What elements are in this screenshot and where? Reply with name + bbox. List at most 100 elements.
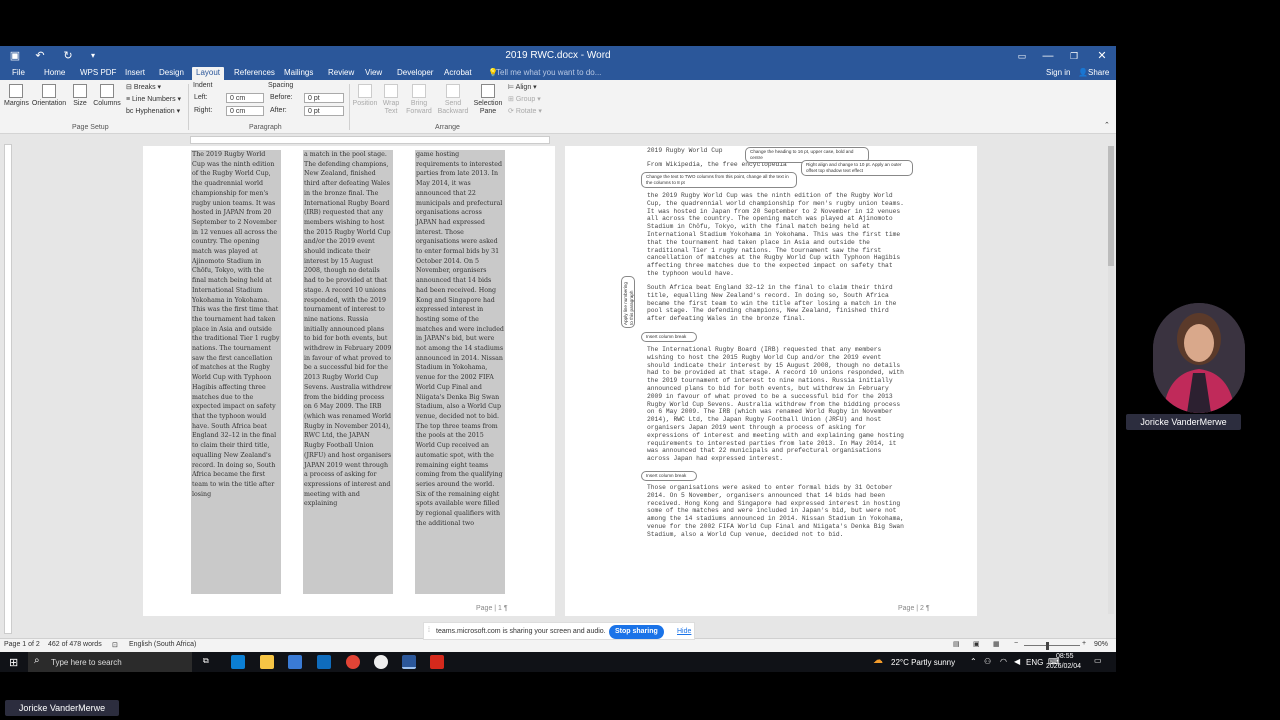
tray-chevron-icon[interactable]: ⌃ [970, 657, 977, 666]
vertical-ruler[interactable] [4, 144, 12, 634]
clock-time[interactable]: 08:55 [1056, 653, 1074, 660]
comment-bubble[interactable]: Right align and change to 10 pt. Apply a… [801, 160, 913, 176]
ribbon-display-icon[interactable]: ▭ [1014, 48, 1030, 64]
arrange-group-label: Arrange [435, 124, 460, 131]
paragraph-4[interactable]: Those organisations were asked to enter … [647, 484, 907, 539]
weather-text[interactable]: 22°C Partly sunny [891, 658, 955, 667]
document-page-2[interactable]: 2019 Rugby World Cup From Wikipedia, the… [565, 146, 977, 616]
collapse-ribbon-icon[interactable]: ⌃ [1104, 122, 1110, 130]
tab-home[interactable]: Home [40, 67, 69, 80]
selection-pane-label: Selection Pane [473, 100, 503, 115]
paragraph-2[interactable]: South Africa beat England 32–12 in the f… [647, 284, 907, 323]
tab-wps-pdf[interactable]: WPS PDF [76, 67, 120, 80]
store-icon[interactable] [288, 655, 302, 669]
tab-acrobat[interactable]: Acrobat [440, 67, 476, 80]
comment-bubble[interactable]: Change the text to TWO columns from this… [641, 172, 797, 188]
share-button[interactable]: Share [1084, 67, 1113, 80]
zoom-level[interactable]: 90% [1094, 641, 1108, 648]
wifi-icon[interactable]: ◠ [1000, 657, 1007, 666]
rotate-button[interactable]: ⟳ Rotate ▾ [508, 108, 542, 116]
word-count[interactable]: 462 of 478 words [48, 641, 102, 648]
zoom-slider-thumb[interactable] [1046, 642, 1049, 650]
windows-start-icon[interactable]: ⊞ [9, 656, 18, 669]
tab-layout[interactable]: Layout [192, 67, 225, 80]
spacing-after-input[interactable]: 0 pt [304, 106, 344, 116]
task-view-icon[interactable]: ⧉ [203, 656, 209, 666]
tab-review[interactable]: Review [324, 67, 358, 80]
acrobat-icon[interactable] [430, 655, 444, 669]
orientation-button[interactable]: Orientation [30, 84, 68, 108]
tab-references[interactable]: References [230, 67, 279, 80]
notifications-icon[interactable]: ▭ [1094, 656, 1102, 665]
zoom-out-button[interactable]: − [1014, 640, 1018, 647]
language-indicator[interactable]: English (South Africa) [129, 641, 196, 648]
tab-mailings[interactable]: Mailings [280, 67, 317, 80]
document-page-1[interactable]: The 2019 Rugby World Cup was the ninth e… [143, 146, 555, 616]
maximize-button[interactable]: ❐ [1066, 48, 1082, 64]
language-indicator[interactable]: ENG [1026, 658, 1043, 667]
group-button[interactable]: ⊞ Group ▾ [508, 96, 541, 104]
tab-file[interactable]: File [8, 67, 29, 80]
indent-left-input[interactable]: 0 cm [226, 93, 264, 103]
position-button[interactable]: Position [352, 84, 378, 108]
line-numbers-button[interactable]: ≡ Line Numbers ▾ [126, 96, 181, 104]
search-icon: ⌕ [34, 655, 40, 666]
spacing-before-label: Before: [270, 94, 293, 101]
network-icon[interactable]: ⚇ [984, 657, 991, 666]
close-button[interactable]: ✕ [1094, 48, 1110, 64]
signin-link[interactable]: Sign in [1042, 67, 1074, 80]
zoom-slider[interactable] [1024, 645, 1080, 646]
size-button[interactable]: Size [70, 84, 90, 108]
print-layout-icon[interactable]: ▣ [973, 640, 980, 648]
breaks-button[interactable]: ⊟ Breaks ▾ [126, 84, 161, 92]
wrap-text-button[interactable]: Wrap Text [380, 84, 402, 116]
margins-button[interactable]: Margins [4, 84, 29, 108]
tab-developer[interactable]: Developer [393, 67, 437, 80]
scrollbar-thumb[interactable] [1108, 146, 1114, 266]
selection-pane-button[interactable]: Selection Pane [472, 84, 504, 116]
taskbar-search-box[interactable]: ⌕ Type here to search [28, 652, 192, 672]
hyphenation-button[interactable]: bc Hyphenation ▾ [126, 108, 180, 116]
chrome-icon[interactable] [346, 655, 360, 669]
hide-link[interactable]: Hide [677, 628, 691, 635]
zoom-in-button[interactable]: + [1082, 640, 1086, 647]
breaks-label: Breaks [133, 84, 156, 91]
tab-design[interactable]: Design [155, 67, 188, 80]
tab-view[interactable]: View [361, 67, 386, 80]
comment-bubble[interactable]: Insert column break [641, 471, 697, 481]
align-button[interactable]: ⊨ Align ▾ [508, 84, 537, 92]
paragraph-1[interactable]: the 2019 Rugby World Cup was the ninth e… [647, 192, 905, 278]
drag-handle-icon[interactable]: ⁞ [428, 627, 430, 634]
clock-date[interactable]: 2026/02/04 [1046, 663, 1081, 670]
tell-me-box[interactable]: Tell me what you want to do... [492, 67, 605, 80]
vertical-scrollbar[interactable] [1108, 146, 1114, 614]
page-count[interactable]: Page 1 of 2 [4, 641, 40, 648]
proofing-icon[interactable]: ⊡ [112, 641, 118, 649]
columns-button[interactable]: Columns [92, 84, 122, 108]
align-label: Align [515, 84, 532, 91]
columns-icon [100, 84, 114, 98]
stop-sharing-button[interactable]: Stop sharing [609, 625, 664, 639]
mail-icon[interactable] [317, 655, 331, 669]
text-column-3[interactable]: game hosting requirements to interested … [415, 150, 505, 594]
spacing-before-input[interactable]: 0 pt [304, 93, 344, 103]
paragraph-3[interactable]: The International Rugby Board (IRB) requ… [647, 346, 907, 463]
horizontal-ruler[interactable] [190, 136, 550, 144]
size-icon [73, 84, 87, 98]
file-explorer-icon[interactable] [260, 655, 274, 669]
word-icon[interactable] [402, 655, 416, 669]
comment-bubble[interactable]: Insert column break [641, 332, 697, 342]
text-column-1[interactable]: The 2019 Rugby World Cup was the ninth e… [191, 150, 281, 594]
bring-forward-button[interactable]: Bring Forward [404, 84, 434, 116]
tab-insert[interactable]: Insert [121, 67, 149, 80]
volume-icon[interactable]: ◀ [1014, 657, 1020, 666]
obs-icon[interactable] [374, 655, 388, 669]
comment-bubble[interactable]: Apply line numbering to this paragraph [621, 276, 635, 328]
web-layout-icon[interactable]: ▦ [993, 640, 1000, 648]
minimize-button[interactable]: — [1040, 48, 1056, 64]
edge-icon[interactable] [231, 655, 245, 669]
text-column-2[interactable]: a match in the pool stage. The defending… [303, 150, 393, 594]
indent-right-input[interactable]: 0 cm [226, 106, 264, 116]
read-mode-icon[interactable]: ▤ [953, 640, 960, 648]
send-backward-button[interactable]: Send Backward [436, 84, 470, 116]
